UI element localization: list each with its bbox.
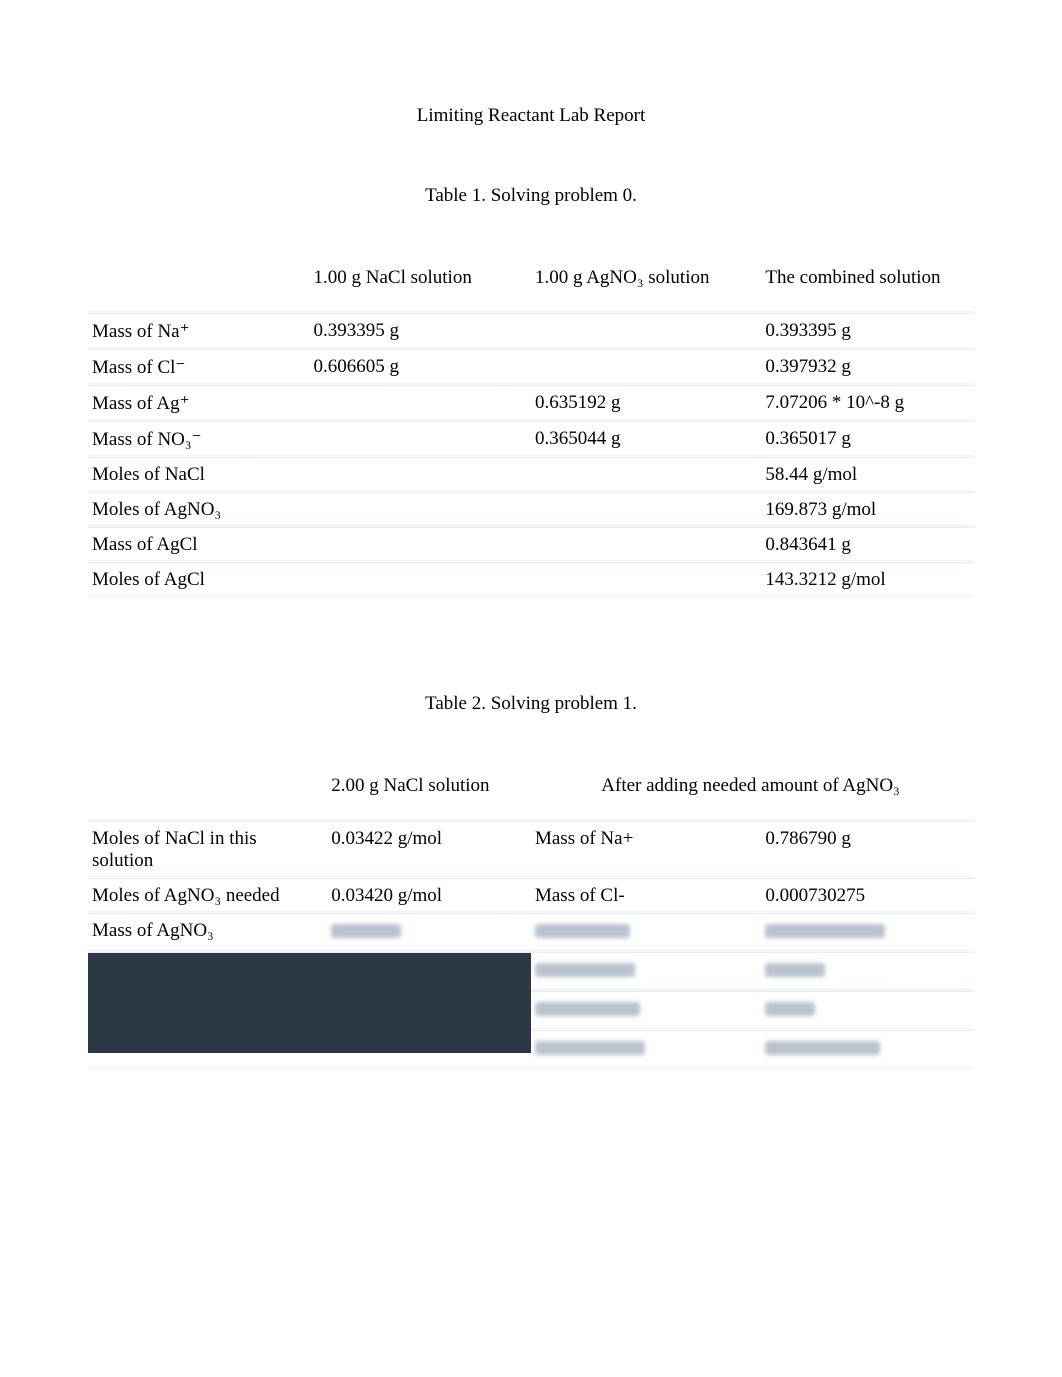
row-label: Moles of AgCl (88, 562, 310, 597)
redacted-cell (761, 991, 974, 1030)
table2-header-after-adding: After adding needed amount of AgNO₃ (531, 765, 974, 821)
row-value (310, 421, 532, 457)
row-label: Moles of AgNO₃ (88, 492, 310, 527)
row-value: 143.3212 g/mol (761, 562, 974, 597)
redacted-cell (761, 913, 974, 952)
blur-redaction-icon (765, 1002, 815, 1016)
table-row: Mass of Na⁺ 0.393395 g 0.393395 g (88, 313, 974, 349)
table-row: Moles of AgNO₃ needed 0.03420 g/mol Mass… (88, 878, 974, 913)
table-row: Mass of Ag⁺ 0.635192 g 7.07206 * 10^-8 g (88, 385, 974, 421)
blur-redaction-icon (765, 1041, 880, 1055)
blur-redaction-icon (535, 924, 630, 938)
blur-redaction-icon (765, 963, 825, 977)
row-value: 0.843641 g (761, 527, 974, 562)
table-1: 1.00 g NaCl solution 1.00 g AgNO₃ soluti… (88, 257, 974, 597)
row-value: Mass of Na+ (531, 821, 761, 878)
table-row: Moles of NaCl in this solution 0.03422 g… (88, 821, 974, 878)
row-value (310, 527, 532, 562)
redacted-cell (531, 1030, 761, 1069)
row-label: Mass of Cl⁻ (88, 349, 310, 385)
row-value: 7.07206 * 10^-8 g (761, 385, 974, 421)
table-row: Mass of NO₃⁻ 0.365044 g 0.365017 g (88, 421, 974, 457)
redacted-cell (327, 913, 531, 952)
redaction-block-icon (88, 953, 531, 1053)
table1-header-combined: The combined solution (761, 257, 974, 313)
row-value: 0.03422 g/mol (327, 821, 531, 878)
redacted-cell (761, 952, 974, 991)
row-value (531, 562, 761, 597)
row-value (531, 349, 761, 385)
table2-header-nacl: 2.00 g NaCl solution (327, 765, 531, 821)
row-value (310, 385, 532, 421)
row-value: 0.365044 g (531, 421, 761, 457)
row-value: 0.606605 g (310, 349, 532, 385)
table-row-redacted (88, 952, 974, 991)
row-label: Moles of NaCl in this solution (88, 821, 327, 878)
table-row: Moles of AgCl 143.3212 g/mol (88, 562, 974, 597)
blur-redaction-icon (535, 963, 635, 977)
table-row: Moles of NaCl 58.44 g/mol (88, 457, 974, 492)
row-value: 0.03420 g/mol (327, 878, 531, 913)
redacted-cell (761, 1030, 974, 1069)
table2-header-row: 2.00 g NaCl solution After adding needed… (88, 765, 974, 821)
table-row: Mass of Cl⁻ 0.606605 g 0.397932 g (88, 349, 974, 385)
row-value (310, 492, 532, 527)
row-label: Mass of AgCl (88, 527, 310, 562)
table-row: Moles of AgNO₃ 169.873 g/mol (88, 492, 974, 527)
table1-header-row: 1.00 g NaCl solution 1.00 g AgNO₃ soluti… (88, 257, 974, 313)
redacted-cell (531, 952, 761, 991)
table1-caption: Table 1. Solving problem 0. (88, 185, 974, 207)
blur-redaction-icon (535, 1041, 645, 1055)
row-label: Mass of Na⁺ (88, 313, 310, 349)
row-label: Mass of Ag⁺ (88, 385, 310, 421)
row-value: 0.393395 g (761, 313, 974, 349)
table-row: Mass of AgCl 0.843641 g (88, 527, 974, 562)
table-2: 2.00 g NaCl solution After adding needed… (88, 765, 974, 1069)
row-label: Mass of NO₃⁻ (88, 421, 310, 457)
redacted-cell (531, 913, 761, 952)
blur-redaction-icon (765, 924, 885, 938)
row-value (531, 527, 761, 562)
row-value (531, 313, 761, 349)
row-label: Mass of AgNO₃ (88, 913, 327, 952)
table1-header-nacl: 1.00 g NaCl solution (310, 257, 532, 313)
row-value: 0.393395 g (310, 313, 532, 349)
row-value: 0.365017 g (761, 421, 974, 457)
row-value: 58.44 g/mol (761, 457, 974, 492)
blur-redaction-icon (535, 1002, 640, 1016)
blur-redaction-icon (331, 924, 401, 938)
table2-caption: Table 2. Solving problem 1. (88, 693, 974, 715)
row-value (310, 457, 532, 492)
row-value (310, 562, 532, 597)
row-value (531, 492, 761, 527)
table1-header-agno3: 1.00 g AgNO₃ solution (531, 257, 761, 313)
row-value: 0.397932 g (761, 349, 974, 385)
page-title: Limiting Reactant Lab Report (88, 105, 974, 127)
table-row: Mass of AgNO₃ (88, 913, 974, 952)
row-label: Moles of NaCl (88, 457, 310, 492)
row-label: Moles of AgNO₃ needed (88, 878, 327, 913)
row-value: 0.786790 g (761, 821, 974, 878)
row-value: 0.635192 g (531, 385, 761, 421)
table1-header-empty (88, 257, 310, 313)
redacted-cell (531, 991, 761, 1030)
row-value: 0.000730275 (761, 878, 974, 913)
row-value (531, 457, 761, 492)
row-value: 169.873 g/mol (761, 492, 974, 527)
row-value: Mass of Cl- (531, 878, 761, 913)
table2-header-empty (88, 765, 327, 821)
